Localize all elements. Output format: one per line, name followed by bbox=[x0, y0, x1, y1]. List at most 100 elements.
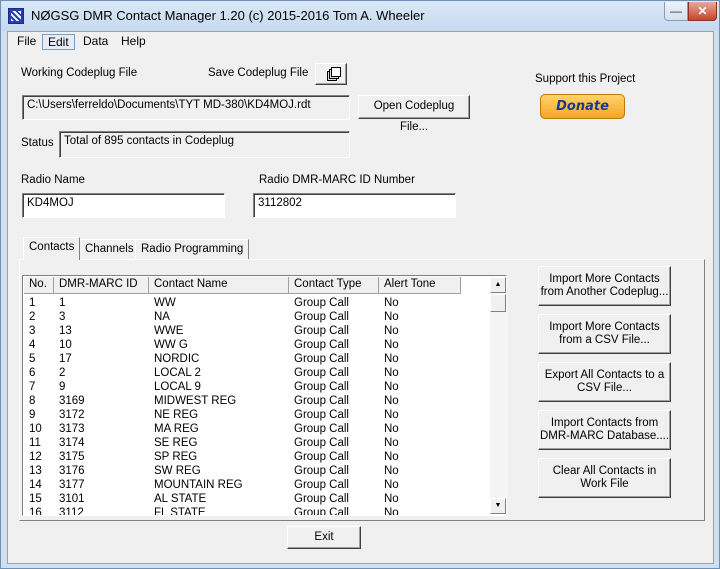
cell-contact-name: SW REG bbox=[154, 465, 201, 477]
table-row[interactable]: 16 3112 FL STATE Group Call No bbox=[24, 506, 490, 516]
table-row[interactable]: 2 3 NA Group Call No bbox=[24, 310, 490, 324]
donate-button[interactable]: Donate bbox=[540, 94, 625, 119]
scroll-up-arrow-icon[interactable]: ▲ bbox=[490, 277, 506, 293]
contacts-table[interactable]: No. DMR-MARC ID Contact Name Contact Typ… bbox=[22, 275, 507, 516]
table-row[interactable]: 13 3176 SW REG Group Call No bbox=[24, 464, 490, 478]
col-header-contact-type[interactable]: Contact Type bbox=[289, 277, 379, 294]
menu-data[interactable]: Data bbox=[78, 34, 113, 50]
cell-contact-name: FL STATE bbox=[154, 507, 206, 516]
table-row[interactable]: 1 1 WW Group Call No bbox=[24, 296, 490, 310]
exit-button[interactable]: Exit bbox=[287, 526, 361, 549]
scroll-down-arrow-icon[interactable]: ▼ bbox=[490, 498, 506, 514]
close-button[interactable]: ✕ bbox=[688, 2, 717, 21]
status-field: Total of 895 contacts in Codeplug bbox=[59, 131, 350, 158]
cell-no: 4 bbox=[29, 339, 36, 351]
menu-bar: File Edit Data Help bbox=[8, 32, 713, 51]
cell-contact-type: Group Call bbox=[294, 381, 349, 393]
table-row[interactable]: 6 2 LOCAL 2 Group Call No bbox=[24, 366, 490, 380]
table-row[interactable]: 4 10 WW G Group Call No bbox=[24, 338, 490, 352]
table-row[interactable]: 3 13 WWE Group Call No bbox=[24, 324, 490, 338]
cell-dmr-id: 9 bbox=[59, 381, 66, 393]
cell-dmr-id: 3174 bbox=[59, 437, 85, 449]
title-bar[interactable]: NØGSG DMR Contact Manager 1.20 (c) 2015-… bbox=[1, 1, 719, 31]
open-codeplug-button[interactable]: Open Codeplug File... bbox=[358, 95, 470, 133]
cell-dmr-id: 17 bbox=[59, 353, 72, 365]
cell-alert-tone: No bbox=[384, 437, 399, 449]
cell-dmr-id: 3101 bbox=[59, 493, 85, 505]
col-header-no[interactable]: No. bbox=[24, 277, 54, 294]
table-row[interactable]: 5 17 NORDIC Group Call No bbox=[24, 352, 490, 366]
tab-radio-programming[interactable]: Radio Programming bbox=[135, 239, 250, 259]
menu-file[interactable]: File bbox=[12, 34, 41, 50]
cell-dmr-id: 3173 bbox=[59, 423, 85, 435]
cell-dmr-id: 3112 bbox=[59, 507, 84, 516]
import-from-codeplug-button[interactable]: Import More Contacts from Another Codepl… bbox=[538, 266, 671, 306]
col-header-contact-name[interactable]: Contact Name bbox=[149, 277, 289, 294]
cell-dmr-id: 3176 bbox=[59, 465, 85, 477]
menu-edit[interactable]: Edit bbox=[42, 34, 75, 50]
cell-alert-tone: No bbox=[384, 465, 399, 477]
cell-alert-tone: No bbox=[384, 381, 399, 393]
import-dmr-marc-button[interactable]: Import Contacts from DMR-MARC Database..… bbox=[538, 410, 671, 450]
cell-dmr-id: 13 bbox=[59, 325, 72, 337]
import-from-csv-button[interactable]: Import More Contacts from a CSV File... bbox=[538, 314, 671, 354]
cell-dmr-id: 3172 bbox=[59, 409, 85, 421]
cell-no: 12 bbox=[29, 451, 42, 463]
radio-id-input[interactable]: 3112802 bbox=[253, 193, 456, 218]
app-window: NØGSG DMR Contact Manager 1.20 (c) 2015-… bbox=[0, 0, 720, 569]
cell-alert-tone: No bbox=[384, 353, 399, 365]
radio-name-input[interactable]: KD4MOJ bbox=[22, 193, 225, 218]
cell-no: 8 bbox=[29, 395, 36, 407]
cell-contact-type: Group Call bbox=[294, 395, 349, 407]
cell-contact-type: Group Call bbox=[294, 507, 349, 516]
table-row[interactable]: 10 3173 MA REG Group Call No bbox=[24, 422, 490, 436]
cell-dmr-id: 3177 bbox=[59, 479, 85, 491]
cell-contact-type: Group Call bbox=[294, 297, 349, 309]
menu-help[interactable]: Help bbox=[116, 34, 151, 50]
table-row[interactable]: 7 9 LOCAL 9 Group Call No bbox=[24, 380, 490, 394]
cell-dmr-id: 2 bbox=[59, 367, 66, 379]
table-row[interactable]: 12 3175 SP REG Group Call No bbox=[24, 450, 490, 464]
cell-alert-tone: No bbox=[384, 493, 399, 505]
save-codeplug-button[interactable] bbox=[315, 63, 347, 85]
cell-contact-name: LOCAL 9 bbox=[154, 381, 201, 393]
table-row[interactable]: 15 3101 AL STATE Group Call No bbox=[24, 492, 490, 506]
cell-contact-type: Group Call bbox=[294, 339, 349, 351]
cell-alert-tone: No bbox=[384, 311, 399, 323]
cell-contact-type: Group Call bbox=[294, 437, 349, 449]
col-header-alert-tone[interactable]: Alert Tone bbox=[379, 277, 461, 294]
table-row[interactable]: 8 3169 MIDWEST REG Group Call No bbox=[24, 394, 490, 408]
cell-contact-name: WWE bbox=[154, 325, 184, 337]
table-row[interactable]: 9 3172 NE REG Group Call No bbox=[24, 408, 490, 422]
scroll-thumb[interactable] bbox=[490, 294, 506, 312]
window-title: NØGSG DMR Contact Manager 1.20 (c) 2015-… bbox=[31, 8, 425, 23]
cell-contact-type: Group Call bbox=[294, 409, 349, 421]
cell-alert-tone: No bbox=[384, 451, 399, 463]
cell-contact-type: Group Call bbox=[294, 465, 349, 477]
cell-no: 2 bbox=[29, 311, 36, 323]
cell-no: 6 bbox=[29, 367, 36, 379]
cell-contact-name: MOUNTAIN REG bbox=[154, 479, 243, 491]
cell-contact-name: NE REG bbox=[154, 409, 199, 421]
vertical-scrollbar[interactable]: ▲ ▼ bbox=[490, 277, 506, 514]
table-row[interactable]: 14 3177 MOUNTAIN REG Group Call No bbox=[24, 478, 490, 492]
save-codeplug-label: Save Codeplug File bbox=[208, 67, 309, 79]
tab-contacts[interactable]: Contacts bbox=[23, 237, 81, 260]
cell-contact-type: Group Call bbox=[294, 311, 349, 323]
export-to-csv-button[interactable]: Export All Contacts to a CSV File... bbox=[538, 362, 671, 402]
cell-contact-type: Group Call bbox=[294, 325, 349, 337]
cell-no: 9 bbox=[29, 409, 36, 421]
table-header: No. DMR-MARC ID Contact Name Contact Typ… bbox=[24, 277, 461, 294]
col-header-dmr-id[interactable]: DMR-MARC ID bbox=[54, 277, 149, 294]
table-row[interactable]: 11 3174 SE REG Group Call No bbox=[24, 436, 490, 450]
codeplug-path-field[interactable]: C:\Users\ferreldo\Documents\TYT MD-380\K… bbox=[22, 95, 350, 120]
cell-alert-tone: No bbox=[384, 367, 399, 379]
cell-contact-type: Group Call bbox=[294, 367, 349, 379]
clear-all-contacts-button[interactable]: Clear All Contacts in Work File bbox=[538, 458, 671, 498]
cell-alert-tone: No bbox=[384, 479, 399, 491]
cell-contact-name: LOCAL 2 bbox=[154, 367, 201, 379]
app-icon bbox=[8, 8, 24, 24]
tab-channels[interactable]: Channels bbox=[79, 239, 140, 259]
minimize-button[interactable]: — bbox=[664, 2, 688, 21]
cell-contact-type: Group Call bbox=[294, 493, 349, 505]
